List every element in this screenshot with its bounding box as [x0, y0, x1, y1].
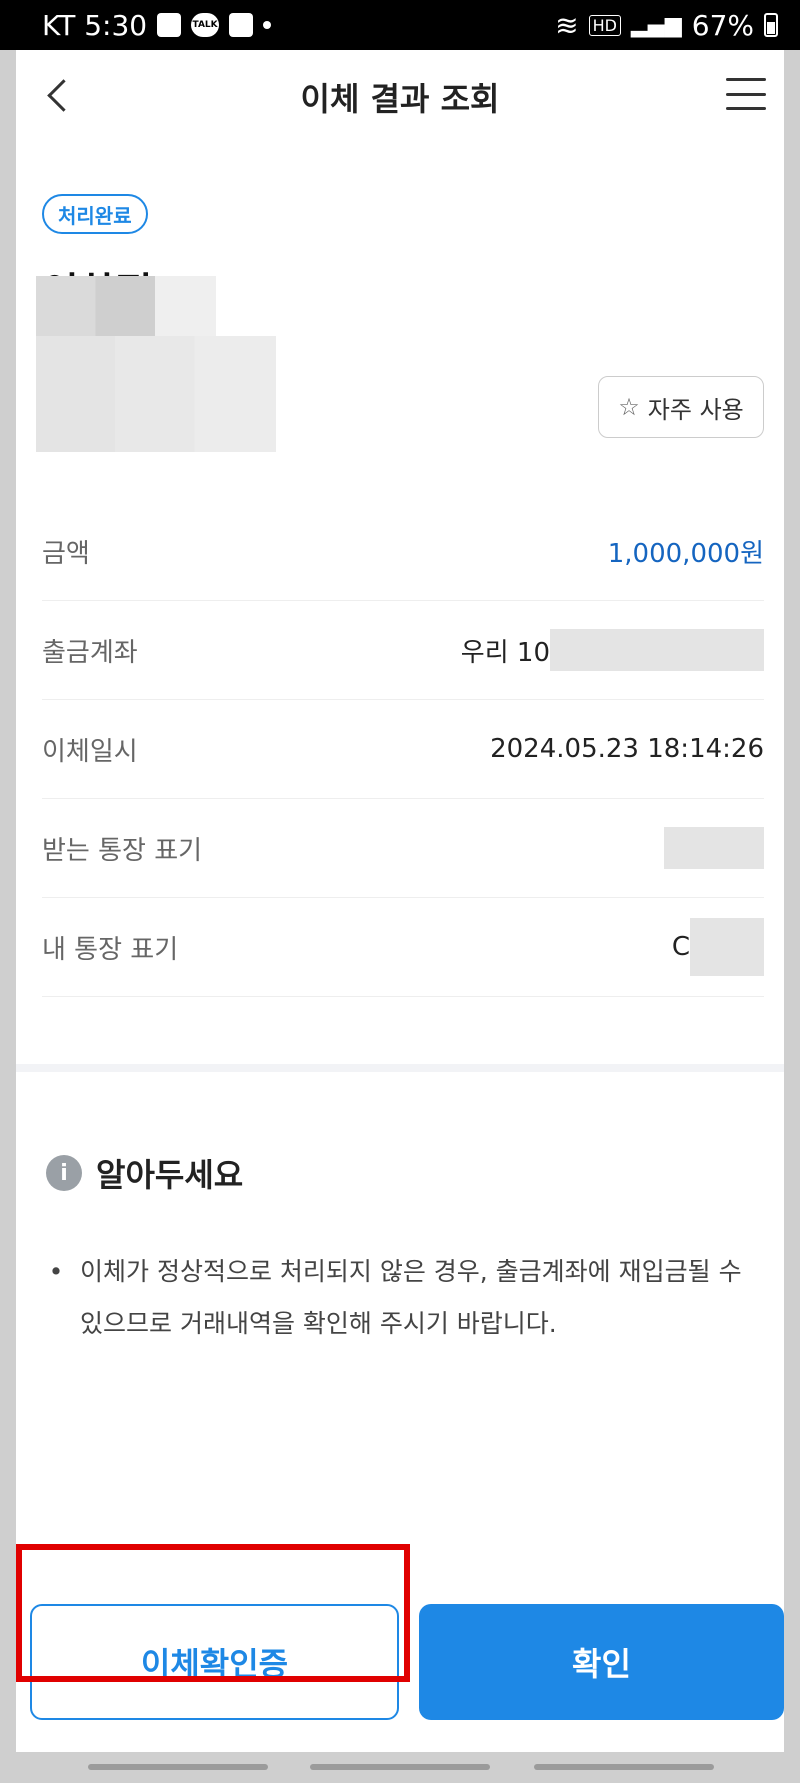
nav-back-handle[interactable]: [534, 1764, 714, 1770]
redacted-area: [36, 336, 276, 452]
star-icon: ☆: [618, 393, 640, 421]
transfer-result-screen: 이체 결과 조회 처리완료 이하정 3 ☆ 자주 사용 금액 1,000,000…: [16, 50, 784, 1752]
redacted-area: [550, 629, 764, 671]
highlight-box: [16, 1544, 410, 1682]
detail-row-amount: 금액 1,000,000원: [42, 502, 764, 601]
withdraw-account-value: 우리 10: [460, 637, 550, 668]
detail-row-my-memo: 내 통장 표기 C: [42, 898, 764, 997]
redacted-area: [664, 827, 764, 869]
detail-row-recipient-memo: 받는 통장 표기: [42, 799, 764, 898]
amount-value: 1,000,000원: [607, 538, 764, 569]
app-bar: 이체 결과 조회: [16, 50, 784, 140]
favorite-label: 자주 사용: [647, 395, 744, 424]
section-divider: [16, 1064, 784, 1072]
wifi-icon: ≋: [555, 8, 579, 42]
detail-row-datetime: 이체일시 2024.05.23 18:14:26: [42, 700, 764, 799]
detail-label: 내 통장 표기: [42, 934, 179, 965]
notice-item: • 이체가 정상적으로 처리되지 않은 경우, 출금계좌에 재입금될 수 있으므…: [46, 1246, 762, 1350]
favorite-button[interactable]: ☆ 자주 사용: [598, 376, 764, 438]
status-badge: 처리완료: [42, 194, 148, 234]
detail-label: 출금계좌: [42, 637, 138, 668]
nav-home-handle[interactable]: [310, 1764, 490, 1770]
system-nav-bar: [0, 1752, 800, 1783]
battery-level: 67%: [691, 8, 754, 42]
gallery-icon: [157, 13, 182, 37]
detail-label: 금액: [42, 538, 90, 569]
hd-voice-icon: HD: [588, 14, 621, 36]
page-title: 이체 결과 조회: [300, 80, 500, 118]
info-icon: i: [46, 1155, 82, 1191]
confirm-button[interactable]: 확인: [419, 1604, 784, 1720]
redacted-area: [690, 918, 764, 976]
notice-text: 이체가 정상적으로 처리되지 않은 경우, 출금계좌에 재입금될 수 있으므로 …: [80, 1257, 742, 1338]
my-memo-value: C: [671, 932, 690, 962]
menu-icon-line: [726, 107, 766, 110]
battery-icon: [764, 13, 778, 37]
notification-icon: [229, 13, 254, 37]
menu-icon-line: [726, 78, 766, 81]
kakaotalk-icon: TALK: [191, 13, 220, 37]
nav-recents-handle[interactable]: [88, 1764, 268, 1770]
notice-heading: i 알아두세요: [46, 1150, 243, 1196]
signal-icon: ▂▄▆: [631, 12, 682, 38]
detail-row-account: 출금계좌 우리 10: [42, 601, 764, 700]
menu-button[interactable]: [726, 78, 766, 110]
bullet-icon: •: [48, 1257, 64, 1286]
detail-label: 받는 통장 표기: [42, 835, 203, 866]
more-notifications-icon: [263, 21, 272, 29]
menu-icon-line: [726, 92, 766, 96]
status-time: KT 5:30: [42, 8, 148, 42]
transfer-datetime-value: 2024.05.23 18:14:26: [490, 734, 764, 764]
transfer-details: 금액 1,000,000원 출금계좌 우리 10 이체일시 2024.05.23…: [42, 502, 764, 997]
detail-label: 이체일시: [42, 736, 138, 767]
notice-title: 알아두세요: [96, 1156, 244, 1194]
status-bar: KT 5:30 TALK ≋ HD ▂▄▆ 67%: [0, 0, 800, 50]
